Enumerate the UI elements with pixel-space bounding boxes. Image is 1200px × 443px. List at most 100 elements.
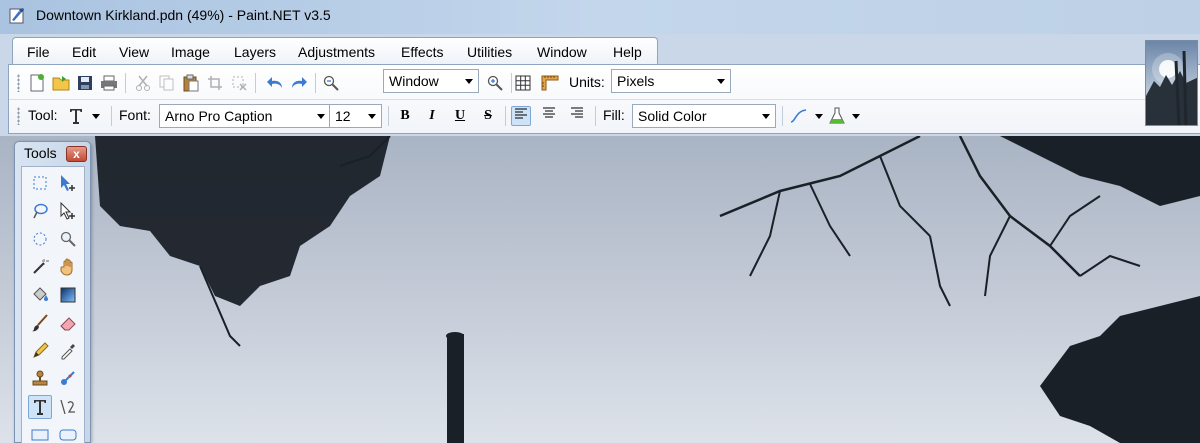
menu-adjustments[interactable]: Adjustments <box>298 44 375 60</box>
rectangle-select-icon <box>33 176 47 190</box>
toolbar-grip[interactable] <box>17 107 20 125</box>
tools-panel <box>21 166 85 443</box>
rounded-rectangle-tool[interactable] <box>56 423 80 443</box>
recolor-icon <box>61 371 75 385</box>
print-icon[interactable] <box>99 73 119 93</box>
rectangle-shape-icon <box>31 429 49 441</box>
redo-icon[interactable] <box>289 73 309 93</box>
pencil-icon <box>33 342 49 358</box>
tools-window-title: Tools <box>24 145 57 161</box>
copy-icon[interactable] <box>157 73 177 93</box>
open-folder-icon[interactable] <box>51 73 71 93</box>
clone-stamp-tool[interactable] <box>28 367 52 391</box>
open-image-thumbnail[interactable] <box>1145 40 1198 126</box>
align-center-button[interactable] <box>539 106 559 126</box>
pan-tool[interactable] <box>56 255 80 279</box>
magic-wand-tool[interactable] <box>28 255 52 279</box>
chevron-down-icon <box>717 79 725 84</box>
menu-edit[interactable]: Edit <box>72 44 96 60</box>
gradient-tool[interactable] <box>56 283 80 307</box>
menu-help[interactable]: Help <box>613 44 642 60</box>
ellipse-select-tool[interactable] <box>28 227 52 251</box>
align-right-icon <box>571 107 583 118</box>
magnifier-icon <box>60 231 76 247</box>
paint-bucket-tool[interactable] <box>28 283 52 307</box>
main-chrome: File Edit View Image Layers Adjustments … <box>0 34 1200 136</box>
blend-mode-icon[interactable] <box>827 106 847 126</box>
toolbar-separator <box>595 106 596 126</box>
font-size-dropdown[interactable]: 12 <box>329 104 382 128</box>
move-selection-tool[interactable] <box>56 199 80 223</box>
italic-button[interactable]: I <box>422 106 442 126</box>
chevron-down-icon <box>762 114 770 119</box>
tools-close-button[interactable]: x <box>66 146 87 162</box>
menu-effects[interactable]: Effects <box>401 44 444 60</box>
antialiasing-chevron-down-icon[interactable] <box>815 114 823 119</box>
move-selection-icon <box>61 175 75 191</box>
menu-utilities[interactable]: Utilities <box>467 44 512 60</box>
image-canvas[interactable] <box>0 136 1200 443</box>
toolbar-separator <box>782 106 783 126</box>
grid-icon[interactable] <box>513 73 533 93</box>
fill-dropdown[interactable]: Solid Color <box>632 104 776 128</box>
move-selected-pixels-tool[interactable] <box>56 171 80 195</box>
line-curve-tool[interactable] <box>56 395 80 419</box>
zoom-out-icon[interactable] <box>321 73 341 93</box>
units-dropdown-value: Pixels <box>617 73 655 89</box>
menu-view[interactable]: View <box>119 44 149 60</box>
undo-icon[interactable] <box>265 73 285 93</box>
lasso-select-tool[interactable] <box>28 199 52 223</box>
title-bar: Downtown Kirkland.pdn (49%) - Paint.NET … <box>0 0 1200 34</box>
rectangle-tool[interactable] <box>28 423 52 443</box>
eraser-tool[interactable] <box>56 311 80 335</box>
pencil-tool[interactable] <box>28 339 52 363</box>
paste-icon[interactable] <box>181 73 201 93</box>
text-tool-icon[interactable] <box>66 106 86 126</box>
save-icon[interactable] <box>75 73 95 93</box>
menu-file[interactable]: File <box>27 44 50 60</box>
zoom-in-icon[interactable] <box>485 73 505 93</box>
menu-window[interactable]: Window <box>537 44 587 60</box>
recolor-tool[interactable] <box>56 367 80 391</box>
eyedropper-icon <box>61 344 75 360</box>
paintbrush-tool[interactable] <box>28 311 52 335</box>
toolbar-grip[interactable] <box>17 74 20 92</box>
tools-window[interactable]: Tools x <box>14 141 91 443</box>
paint-net-app-icon[interactable] <box>9 7 26 24</box>
underline-button[interactable]: U <box>450 106 470 126</box>
antialiasing-icon[interactable] <box>789 106 809 126</box>
paintbrush-icon <box>32 314 48 332</box>
new-image-icon[interactable] <box>27 73 47 93</box>
toolbar-separator <box>315 73 316 93</box>
blend-mode-chevron-down-icon[interactable] <box>852 114 860 119</box>
deselect-icon[interactable] <box>229 73 249 93</box>
zoom-dropdown-value: Window <box>389 73 439 89</box>
chevron-down-icon <box>368 114 376 119</box>
align-left-icon <box>515 108 527 119</box>
zoom-dropdown[interactable]: Window <box>383 69 479 93</box>
align-right-button[interactable] <box>567 106 587 126</box>
units-dropdown[interactable]: Pixels <box>611 69 731 93</box>
zoom-tool[interactable] <box>56 227 80 251</box>
font-dropdown[interactable]: Arno Pro Caption <box>159 104 331 128</box>
crop-to-selection-icon[interactable] <box>205 73 225 93</box>
strikethrough-button[interactable]: S <box>478 106 498 126</box>
color-picker-tool[interactable] <box>56 339 80 363</box>
menu-layers[interactable]: Layers <box>234 44 276 60</box>
toolbar-separator <box>511 73 512 93</box>
rulers-icon[interactable] <box>540 73 560 93</box>
font-dropdown-value: Arno Pro Caption <box>165 108 273 124</box>
chevron-down-icon <box>317 114 325 119</box>
text-icon <box>34 400 46 415</box>
cut-icon[interactable] <box>133 73 153 93</box>
text-tool[interactable] <box>28 395 52 419</box>
move-selection-outline-icon <box>60 202 75 220</box>
hand-icon <box>60 258 73 276</box>
align-center-icon <box>543 107 555 118</box>
bold-button[interactable]: B <box>395 106 415 126</box>
rectangle-select-tool[interactable] <box>28 171 52 195</box>
tool-chevron-down-icon[interactable] <box>92 114 100 119</box>
menu-image[interactable]: Image <box>171 44 210 60</box>
tool-label: Tool: <box>28 107 58 123</box>
align-left-button[interactable] <box>511 106 531 126</box>
